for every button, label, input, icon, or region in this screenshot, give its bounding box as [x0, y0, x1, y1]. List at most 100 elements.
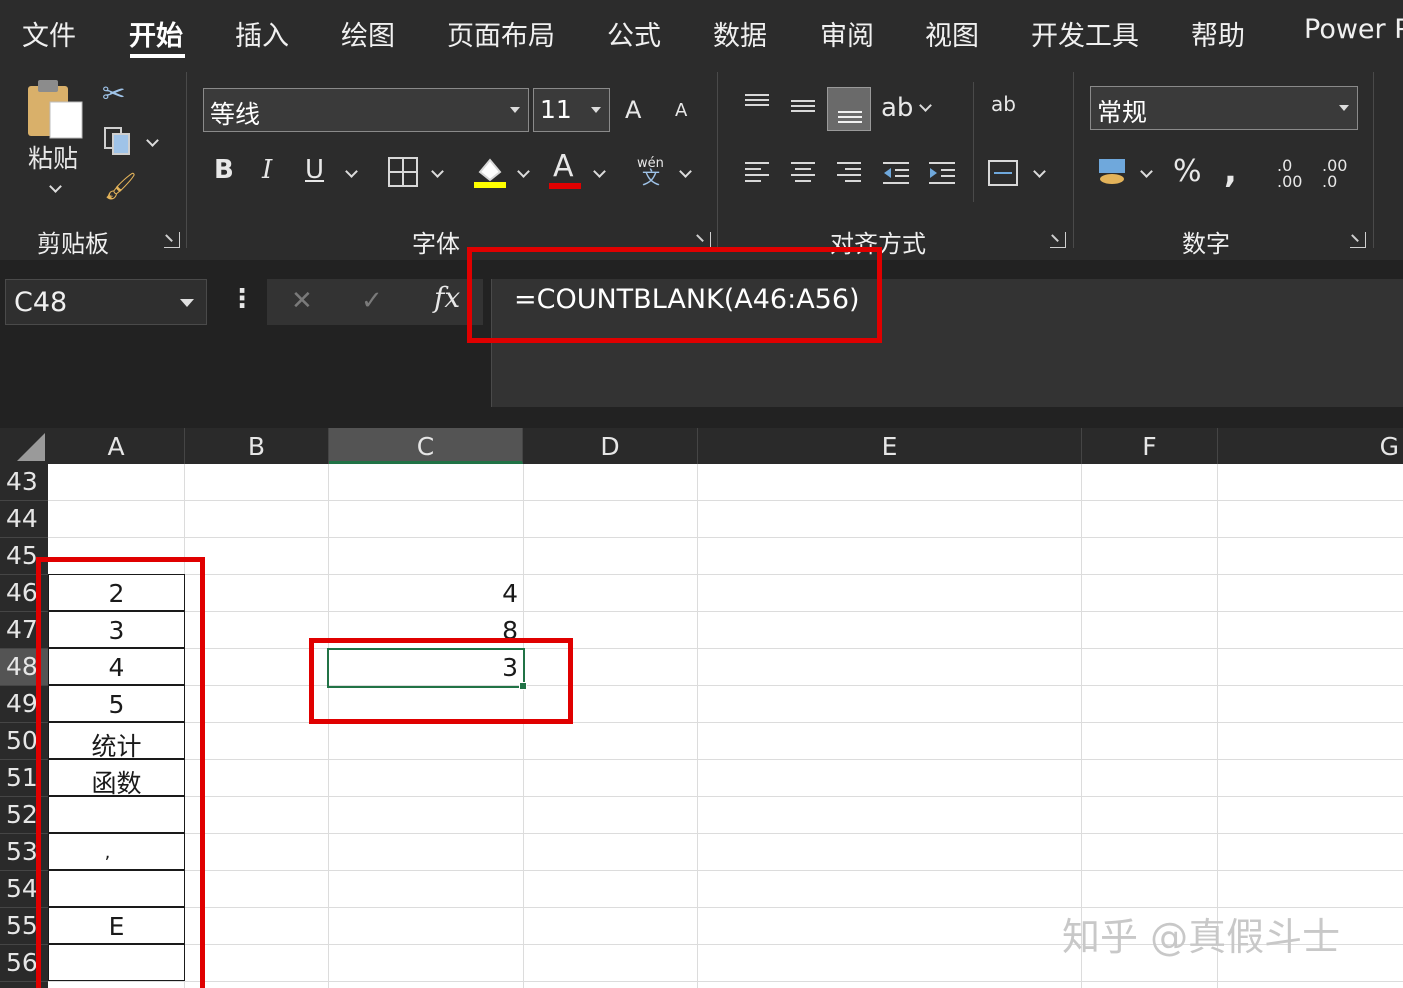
ribbon-separator — [1373, 72, 1374, 248]
merge-center-icon[interactable] — [988, 158, 1018, 188]
tab-help[interactable]: 帮助 — [1191, 14, 1245, 53]
number-format-combo[interactable]: 常规 — [1090, 86, 1358, 130]
italic-button[interactable]: I — [262, 157, 272, 183]
underline-button[interactable]: U — [305, 157, 324, 183]
column-header-d[interactable]: D — [523, 428, 698, 464]
font-color-icon[interactable]: A — [553, 152, 574, 182]
tab-review[interactable]: 审阅 — [820, 14, 874, 53]
orientation-icon[interactable]: ab — [881, 95, 913, 121]
tab-file[interactable]: 文件 — [22, 14, 76, 53]
tab-page-layout[interactable]: 页面布局 — [447, 14, 555, 53]
row-header[interactable]: 43 — [0, 464, 48, 501]
number-launcher-icon[interactable] — [1350, 232, 1366, 248]
gridline — [523, 464, 524, 988]
font-size-combo[interactable]: 11 — [533, 88, 610, 132]
column-header-f[interactable]: F — [1082, 428, 1218, 464]
cell-c46[interactable]: 4 — [329, 575, 523, 612]
ribbon-tab-bar: 文件 开始 插入 绘图 页面布局 公式 数据 审阅 视图 开发工具 帮助 Pow… — [0, 0, 1403, 66]
cancel-icon[interactable]: ✕ — [291, 288, 313, 314]
name-box-value: C48 — [14, 287, 68, 318]
tab-draw[interactable]: 绘图 — [341, 14, 395, 53]
font-name-combo[interactable]: 等线 — [203, 88, 529, 132]
chevron-down-icon — [1339, 105, 1349, 111]
row-header[interactable]: 44 — [0, 501, 48, 538]
tab-power-pivot[interactable]: Power P — [1304, 14, 1403, 45]
gridline — [697, 464, 698, 988]
font-name-value: 等线 — [210, 100, 261, 129]
decrease-indent-icon[interactable] — [881, 160, 911, 186]
chevron-down-icon — [510, 107, 520, 113]
gridline — [48, 685, 1403, 686]
font-size-value: 11 — [540, 95, 572, 124]
copy-icon[interactable] — [103, 126, 133, 156]
fill-color-icon[interactable] — [472, 154, 508, 190]
align-center-icon[interactable] — [789, 160, 817, 186]
gridline — [328, 464, 329, 988]
tab-developer[interactable]: 开发工具 — [1031, 14, 1139, 53]
accounting-format-icon[interactable] — [1097, 157, 1129, 189]
gridline — [48, 611, 1403, 612]
chevron-down-icon — [180, 299, 194, 307]
align-bottom-button[interactable] — [827, 87, 871, 131]
gridline — [48, 648, 1403, 649]
paste-icon — [28, 80, 83, 139]
gridline — [48, 759, 1403, 760]
enter-icon[interactable]: ✓ — [361, 288, 383, 314]
ribbon-separator — [1073, 72, 1074, 248]
tab-insert[interactable]: 插入 — [235, 14, 289, 53]
bold-button[interactable]: B — [214, 157, 234, 183]
watermark: 知乎 @真假斗士 — [1062, 915, 1341, 959]
paste-label: 粘贴 — [28, 144, 79, 173]
phonetic-guide-char: 文 — [642, 168, 660, 189]
increase-decimal-button[interactable]: .0 .00 — [1277, 158, 1307, 190]
comma-style-button[interactable]: , — [1224, 154, 1237, 188]
name-box[interactable]: C48 — [5, 279, 207, 325]
format-painter-icon[interactable]: 🖌 — [104, 174, 137, 200]
tab-home[interactable]: 开始 — [129, 14, 183, 53]
chevron-down-icon — [591, 107, 601, 113]
gridline — [48, 722, 1403, 723]
highlight-box-range — [36, 557, 205, 988]
gridline — [48, 796, 1403, 797]
font-launcher-icon[interactable] — [695, 232, 711, 248]
align-bottom-icon — [838, 111, 862, 123]
column-header-c[interactable]: C — [329, 428, 523, 464]
highlight-box-formula — [467, 247, 882, 343]
clipboard-launcher-icon[interactable] — [164, 232, 180, 248]
increase-font-size-icon[interactable]: A — [625, 98, 641, 122]
percent-style-button[interactable]: % — [1173, 157, 1202, 187]
clipboard-group-label: 剪贴板 — [37, 230, 109, 258]
wrap-text-icon[interactable]: ab — [991, 94, 1016, 114]
insert-function-icon[interactable]: fx — [434, 284, 460, 312]
tab-formulas[interactable]: 公式 — [607, 14, 661, 53]
font-group-label: 字体 — [412, 230, 460, 258]
gridline — [48, 870, 1403, 871]
borders-icon[interactable] — [388, 157, 418, 187]
column-header-b[interactable]: B — [185, 428, 329, 464]
font-color-swatch — [549, 183, 581, 189]
active-tab-indicator — [130, 54, 185, 58]
align-middle-icon[interactable] — [789, 96, 817, 118]
column-header-a[interactable]: A — [48, 428, 185, 464]
align-right-icon[interactable] — [835, 160, 863, 186]
align-left-icon[interactable] — [743, 160, 771, 186]
ribbon-separator — [973, 82, 974, 202]
select-all-button[interactable] — [0, 428, 48, 464]
column-header-g[interactable]: G — [1218, 428, 1403, 464]
cut-icon[interactable]: ✂ — [102, 80, 125, 108]
decrease-font-size-icon[interactable]: A — [675, 102, 687, 120]
formula-buttons: ✕ ✓ fx — [267, 279, 483, 325]
gridline — [48, 500, 1403, 501]
more-options-icon[interactable]: ⋮ — [229, 286, 255, 312]
number-format-value: 常规 — [1097, 98, 1148, 127]
gridline — [48, 833, 1403, 834]
ribbon-separator — [186, 72, 187, 248]
column-header-e[interactable]: E — [698, 428, 1082, 464]
increase-indent-icon[interactable] — [927, 160, 957, 186]
tab-data[interactable]: 数据 — [713, 14, 767, 53]
tab-view[interactable]: 视图 — [925, 14, 979, 53]
decrease-decimal-button[interactable]: .00 .0 — [1322, 158, 1356, 190]
gridline — [48, 537, 1403, 538]
alignment-launcher-icon[interactable] — [1050, 232, 1066, 248]
align-top-icon[interactable] — [743, 92, 771, 114]
